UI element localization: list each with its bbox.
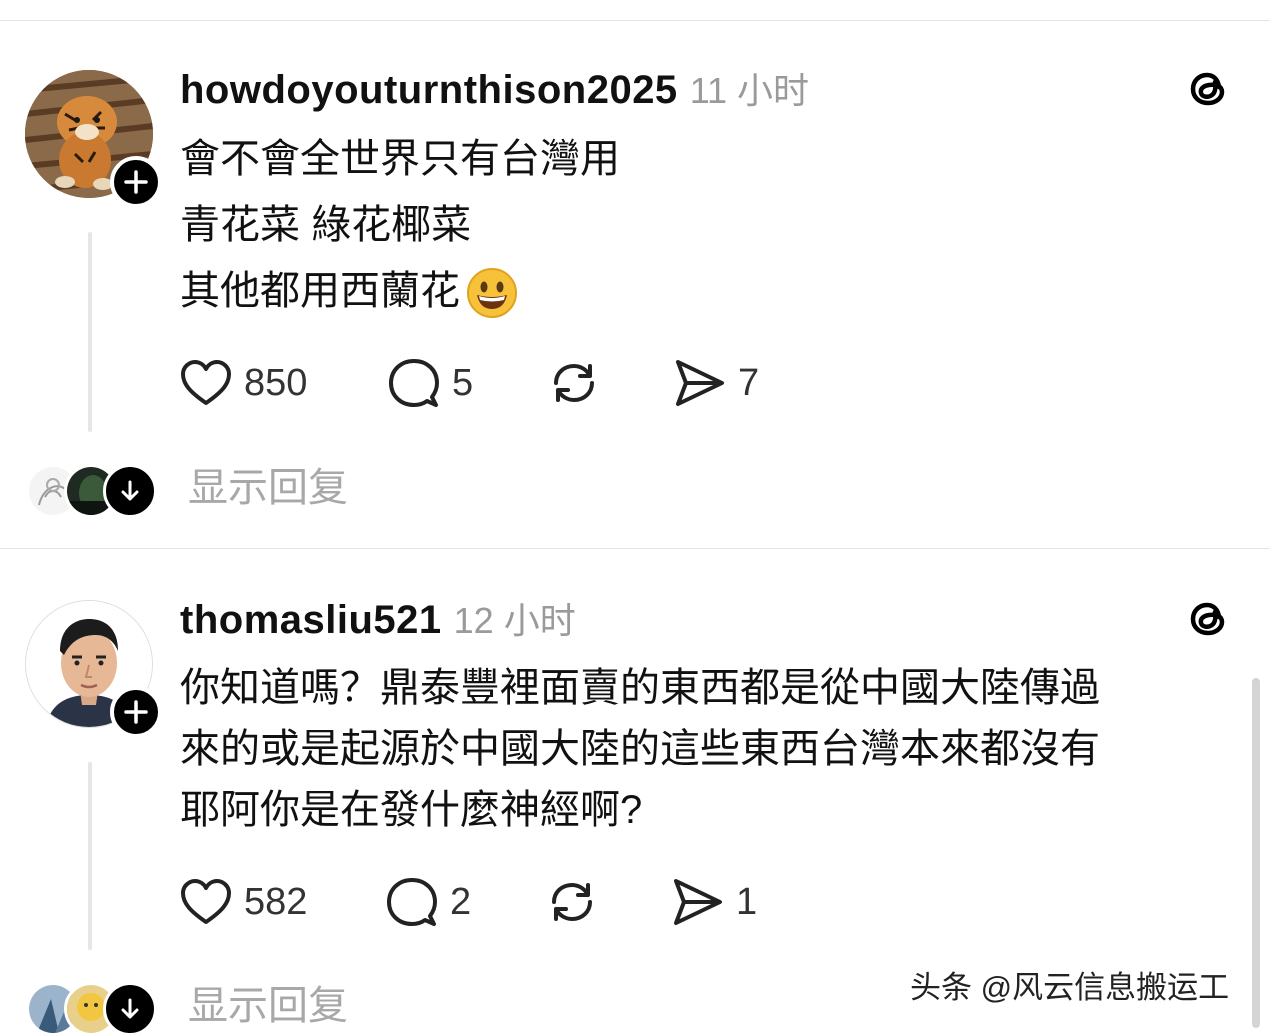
arrow-down-icon xyxy=(121,480,139,501)
watermark: 头条 @风云信息搬运工 xyxy=(910,970,1230,1005)
post-time: 11 小时 xyxy=(689,70,810,111)
follow-button[interactable] xyxy=(110,686,162,738)
thread-line xyxy=(88,762,92,950)
thread-line xyxy=(88,232,92,432)
post-text-line: 你知道嗎？鼎泰豐裡面賣的東西都是從中國大陸傳過 xyxy=(180,666,1100,710)
share-button[interactable]: 1 xyxy=(672,875,757,929)
arrow-down-icon xyxy=(121,998,139,1019)
heart-icon xyxy=(181,879,231,924)
like-count: 850 xyxy=(244,361,308,404)
expand-replies-button[interactable] xyxy=(103,464,157,518)
post-text-line: 其他都用西蘭花 xyxy=(180,258,620,324)
post-actions: 850 5 7 xyxy=(180,356,800,410)
comment-button[interactable]: 2 xyxy=(386,875,471,929)
comment-button[interactable]: 5 xyxy=(388,356,473,410)
reply-preview[interactable]: 显示回复 xyxy=(0,464,500,518)
threads-logo-icon[interactable] xyxy=(1185,596,1231,642)
post-text-line-content: 其他都用西蘭花 xyxy=(180,269,460,313)
repost-button[interactable] xyxy=(548,356,600,410)
send-icon xyxy=(676,360,724,406)
share-count: 1 xyxy=(736,880,758,923)
post-time: 12 小时 xyxy=(453,600,576,641)
comment-count: 2 xyxy=(450,880,472,923)
send-icon xyxy=(674,879,722,925)
share-button[interactable]: 7 xyxy=(674,356,759,410)
grinning-face-emoji xyxy=(467,268,517,319)
post-body: 會不會全世界只有台灣用 青花菜 綠花椰菜 其他都用西蘭花 xyxy=(180,126,620,324)
comment-count: 5 xyxy=(452,361,474,404)
scrollbar[interactable] xyxy=(1252,678,1260,1028)
username[interactable]: thomasliu521 xyxy=(180,598,442,643)
show-replies-link[interactable]: 显示回复 xyxy=(188,464,348,512)
post-header: howdoyouturnthison2025 11 小时 xyxy=(180,62,809,112)
post-text-line: 耶阿你是在發什麼神經啊? xyxy=(180,788,643,832)
speech-bubble-icon xyxy=(389,359,439,407)
username[interactable]: howdoyouturnthison2025 xyxy=(180,68,678,113)
plus-icon xyxy=(124,170,148,194)
show-replies-link[interactable]: 显示回复 xyxy=(188,982,348,1030)
top-divider xyxy=(0,20,1270,21)
share-count: 7 xyxy=(738,361,760,404)
speech-bubble-icon xyxy=(387,878,437,926)
post-divider xyxy=(0,548,1270,549)
post-text-line: 來的或是起源於中國大陸的這些東西台灣本來都沒有 xyxy=(180,727,1100,771)
heart-icon xyxy=(181,360,231,405)
follow-button[interactable] xyxy=(110,156,162,208)
like-count: 582 xyxy=(244,880,308,923)
post-body: 你知道嗎？鼎泰豐裡面賣的東西都是從中國大陸傳過 來的或是起源於中國大陸的這些東西… xyxy=(180,658,1100,841)
repost-arrows-icon xyxy=(552,883,592,921)
threads-logo-icon[interactable] xyxy=(1185,66,1231,112)
plus-icon xyxy=(124,700,148,724)
repost-arrows-icon xyxy=(554,364,594,402)
like-button[interactable]: 850 xyxy=(180,356,307,410)
post-text-line: 會不會全世界只有台灣用 xyxy=(180,137,620,181)
post-header: thomasliu521 12 小时 xyxy=(180,592,576,642)
post-actions: 582 2 1 xyxy=(180,875,800,929)
like-button[interactable]: 582 xyxy=(180,875,307,929)
repost-button[interactable] xyxy=(546,875,598,929)
post-text-line: 青花菜 綠花椰菜 xyxy=(180,203,472,247)
